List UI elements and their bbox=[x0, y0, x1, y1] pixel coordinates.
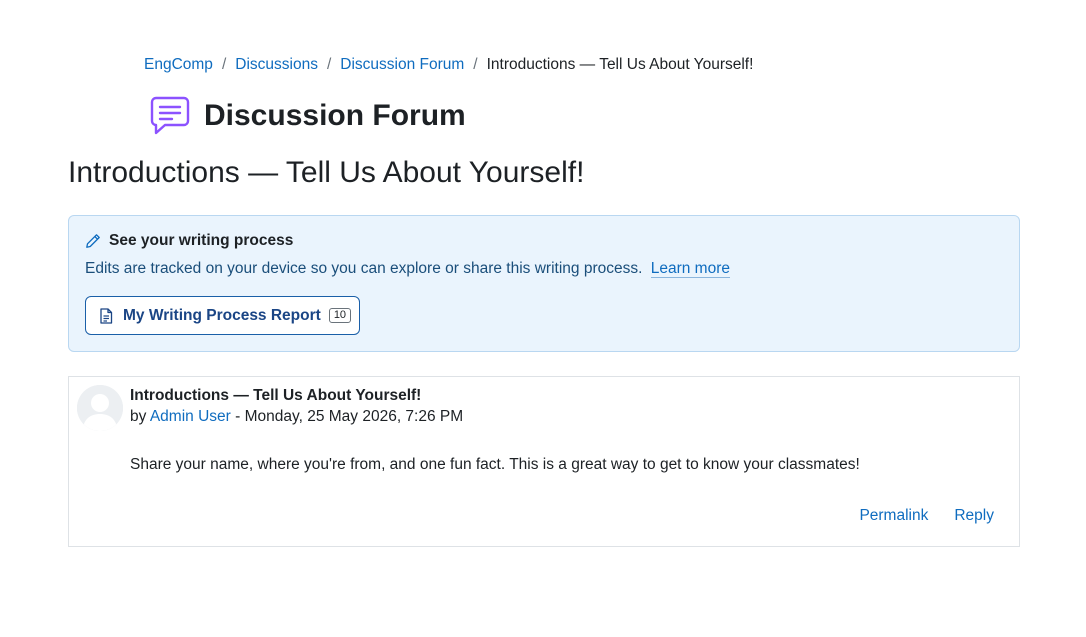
byline-separator: - bbox=[235, 408, 241, 425]
breadcrumb: EngComp / Discussions / Discussion Forum… bbox=[144, 56, 753, 74]
user-avatar bbox=[77, 385, 123, 431]
byline-prefix: by bbox=[130, 408, 147, 425]
breadcrumb-link-discussions[interactable]: Discussions bbox=[235, 56, 318, 74]
post-body: Share your name, where you're from, and … bbox=[130, 456, 860, 473]
breadcrumb-link-engcomp[interactable]: EngComp bbox=[144, 56, 213, 74]
post-actions: Permalink Reply bbox=[859, 507, 994, 525]
reply-link[interactable]: Reply bbox=[954, 507, 994, 525]
document-icon bbox=[100, 307, 113, 324]
page-title: Introductions — Tell Us About Yourself! bbox=[68, 156, 585, 189]
activity-name: Discussion Forum bbox=[204, 99, 466, 132]
breadcrumb-separator: / bbox=[221, 56, 227, 73]
writing-process-heading-text: See your writing process bbox=[109, 232, 294, 249]
forum-post: Introductions — Tell Us About Yourself! … bbox=[68, 376, 1020, 547]
writing-process-description-text: Edits are tracked on your device so you … bbox=[85, 260, 643, 277]
pencil-icon bbox=[86, 234, 100, 248]
breadcrumb-separator: / bbox=[473, 56, 478, 73]
writing-process-description: Edits are tracked on your device so you … bbox=[85, 260, 730, 278]
breadcrumb-separator: / bbox=[326, 56, 332, 73]
post-subject: Introductions — Tell Us About Yourself! bbox=[130, 387, 422, 404]
breadcrumb-link-discussion-forum[interactable]: Discussion Forum bbox=[340, 56, 464, 74]
activity-header: Discussion Forum bbox=[148, 94, 466, 138]
breadcrumb-current: Introductions — Tell Us About Yourself! bbox=[486, 56, 754, 73]
report-button-label: My Writing Process Report bbox=[123, 306, 321, 324]
learn-more-link[interactable]: Learn more bbox=[650, 260, 730, 278]
writing-process-card: See your writing process Edits are track… bbox=[68, 215, 1020, 352]
writing-process-report-button[interactable]: My Writing Process Report 10 bbox=[85, 296, 360, 335]
post-date: Monday, 25 May 2026, 7:26 PM bbox=[244, 408, 464, 425]
user-avatar-icon bbox=[77, 385, 123, 431]
writing-process-heading: See your writing process bbox=[85, 232, 293, 250]
permalink-link[interactable]: Permalink bbox=[859, 507, 928, 525]
report-count-badge: 10 bbox=[328, 308, 352, 323]
forum-icon bbox=[150, 96, 190, 135]
author-link[interactable]: Admin User bbox=[150, 408, 231, 425]
post-byline: by Admin User - Monday, 25 May 2026, 7:2… bbox=[130, 408, 463, 426]
